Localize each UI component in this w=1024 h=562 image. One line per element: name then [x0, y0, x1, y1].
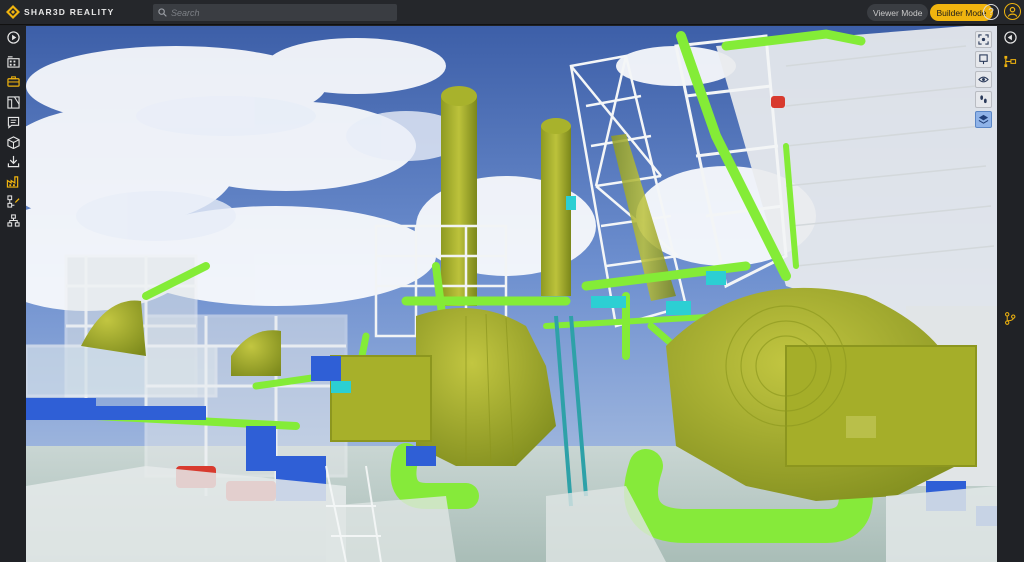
briefcase-icon[interactable] [5, 73, 21, 89]
top-toolbar: SHAR3D REALITY Viewer Mode Builder Mode … [0, 0, 1024, 25]
play-circle-icon[interactable] [5, 29, 21, 45]
hierarchy-tag-icon[interactable] [1002, 53, 1018, 69]
search-box[interactable] [153, 4, 397, 21]
help-button[interactable]: ? [983, 4, 999, 20]
viewer-mode-button[interactable]: Viewer Mode [867, 4, 929, 21]
footsteps-icon[interactable] [975, 91, 992, 108]
branch-icon[interactable] [1002, 310, 1018, 326]
user-avatar-button[interactable] [1004, 3, 1021, 20]
search-icon [158, 8, 167, 17]
mode-toggle: Viewer Mode Builder Mode [867, 4, 993, 21]
search-input[interactable] [171, 7, 391, 18]
eye-icon[interactable] [975, 71, 992, 88]
point-cloud-scene [26, 26, 997, 562]
blueprint-icon[interactable] [5, 94, 21, 110]
app-logo[interactable]: SHAR3D REALITY [6, 5, 114, 19]
left-sidebar [0, 26, 26, 562]
factory-icon[interactable] [5, 173, 21, 189]
focus-frame-icon[interactable] [975, 31, 992, 48]
map-pin-icon[interactable] [975, 51, 992, 68]
flow-edit-icon[interactable] [5, 193, 21, 209]
layers-active-icon[interactable] [975, 111, 992, 128]
logo-text: SHAR3D REALITY [24, 7, 115, 17]
building-icon[interactable] [5, 53, 21, 69]
download-icon[interactable] [5, 153, 21, 169]
logo-mark-icon [6, 5, 20, 19]
right-sidebar [997, 26, 1024, 562]
user-icon [1007, 6, 1018, 17]
collapse-left-icon[interactable] [1002, 29, 1018, 45]
comment-icon[interactable] [5, 114, 21, 130]
viewport-toolbar [975, 31, 993, 128]
hierarchy-icon[interactable] [5, 212, 21, 228]
cube-icon[interactable] [5, 134, 21, 150]
point-cloud-viewport[interactable] [26, 26, 997, 562]
